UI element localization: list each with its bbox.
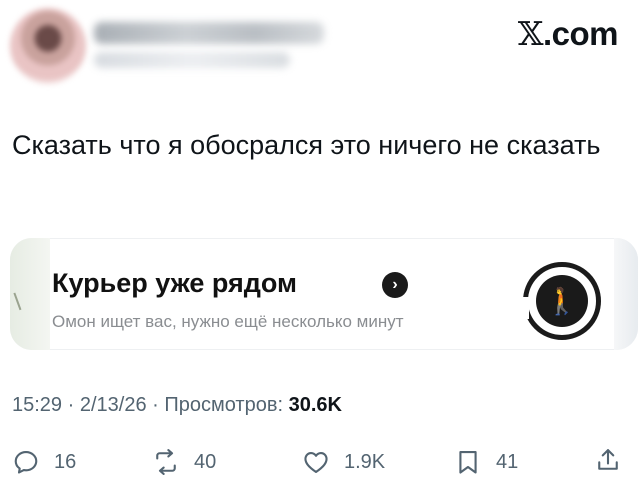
like-count: 1.9K xyxy=(344,450,386,473)
tweet-text: Сказать что я обосрался это ничего не ск… xyxy=(12,130,601,160)
reply-count: 16 xyxy=(54,450,77,473)
tweet-date[interactable]: 2/13/26 xyxy=(80,394,147,416)
share-icon xyxy=(598,449,618,470)
bookmark-count: 41 xyxy=(496,450,519,473)
repost-button[interactable]: 40 xyxy=(152,446,216,478)
avatar[interactable] xyxy=(10,8,86,84)
reply-icon xyxy=(14,451,38,474)
views-label: Просмотров: xyxy=(164,394,284,416)
walking-courier-icon: 🚶 xyxy=(536,275,588,327)
author-handle-blurred xyxy=(94,52,290,68)
heart-icon xyxy=(304,451,328,473)
tweet-actions-bar: 16 40 1.9K 41 xyxy=(0,440,640,484)
share-button[interactable] xyxy=(594,446,622,478)
meta-separator: · xyxy=(152,394,165,416)
courier-progress-ring: 🚶 xyxy=(519,262,601,340)
map-fragment-right xyxy=(614,238,638,350)
tweet-meta: 15:29 · 2/13/26 · Просмотров: 30.6K xyxy=(12,394,342,417)
bookmark-icon xyxy=(459,451,477,474)
author-name-blurred[interactable] xyxy=(94,22,324,44)
views-count: 30.6K xyxy=(288,394,342,416)
x-com-logo: 𝕏.com xyxy=(517,14,619,53)
chevron-right-icon: › xyxy=(382,272,408,298)
reply-button[interactable]: 16 xyxy=(12,446,76,478)
meta-separator: · xyxy=(67,394,80,416)
map-fragment-left xyxy=(10,238,50,350)
tweet-time[interactable]: 15:29 xyxy=(12,394,62,416)
brand-domain: .com xyxy=(542,15,619,52)
x-logo-icon: 𝕏 xyxy=(517,14,544,53)
bookmark-button[interactable]: 41 xyxy=(454,446,518,478)
card-subtitle: Омон ищет вас, нужно ещё несколько минут xyxy=(52,312,404,331)
repost-count: 40 xyxy=(194,450,217,473)
like-button[interactable]: 1.9K xyxy=(302,446,385,478)
repost-icon xyxy=(156,449,176,475)
embedded-courier-card: Курьер уже рядом › Омон ищет вас, нужно … xyxy=(10,238,638,350)
tweet-header: 𝕏.com xyxy=(0,0,640,100)
card-title: Курьер уже рядом xyxy=(52,268,298,298)
